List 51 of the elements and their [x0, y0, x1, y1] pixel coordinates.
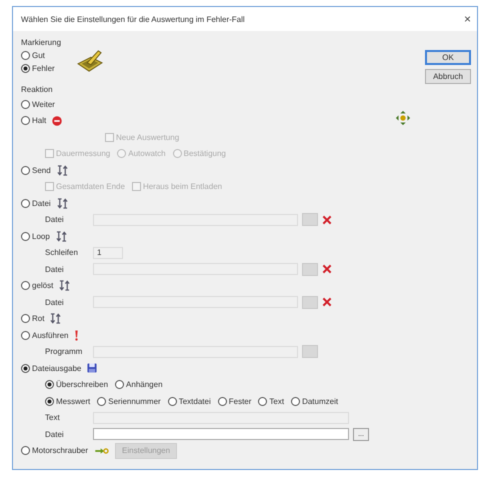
- close-button[interactable]: ×: [464, 12, 471, 26]
- checkbox: Heraus beim Entladen: [132, 180, 222, 194]
- field-label: Datei: [45, 215, 65, 224]
- checkbox: Dauermessung: [45, 147, 110, 160]
- radio-button[interactable]: Weiter: [21, 98, 55, 111]
- radio-button[interactable]: Messwert: [45, 394, 90, 408]
- exclamation-icon: [74, 330, 80, 341]
- group-label: Markierung: [21, 37, 62, 49]
- dialog-button[interactable]: Abbruch: [425, 69, 471, 84]
- radio-button[interactable]: Überschreiben: [45, 378, 108, 392]
- group-label: Reaktion: [21, 84, 54, 96]
- radio-button[interactable]: Rot: [21, 312, 44, 326]
- up-down-arrows-icon: [59, 280, 70, 292]
- radio-button[interactable]: Anhängen: [115, 378, 163, 392]
- checkbox: Neue Auswertung: [105, 130, 180, 144]
- checkbox: Gesamtdaten Ende: [45, 180, 125, 194]
- radio-button[interactable]: Send: [21, 164, 51, 177]
- radio-button[interactable]: Ausführen: [21, 328, 68, 342]
- up-down-arrows-icon: [56, 198, 68, 209]
- radio-button[interactable]: Dateiausgabe: [21, 362, 82, 375]
- field-label: Text: [45, 413, 61, 422]
- radio-button[interactable]: Datei: [21, 196, 51, 210]
- radio-button[interactable]: Fester: [218, 394, 252, 408]
- stop-icon: [52, 116, 62, 126]
- radio-button[interactable]: Datumzeit: [291, 394, 338, 408]
- up-down-arrows-icon: [50, 313, 62, 324]
- up-down-arrows-icon: [56, 230, 67, 242]
- radio-button: Bestätigung: [172, 147, 226, 160]
- radio-button[interactable]: Fehler: [21, 62, 55, 75]
- arrow-connector-icon: [94, 446, 110, 455]
- input-field[interactable]: [93, 428, 349, 440]
- field-label: Datei: [45, 430, 65, 439]
- radio-button[interactable]: Text: [258, 394, 284, 408]
- window-title: Wählen Sie die Einstellungen für die Auswertung im Fehler-Fall: [21, 14, 245, 24]
- radio-button: Autowatch: [117, 147, 166, 160]
- radio-button[interactable]: Motorschrauber: [21, 444, 88, 458]
- radio-button[interactable]: Gut: [21, 49, 45, 62]
- up-down-arrows-icon: [56, 164, 68, 176]
- paint-tray-icon: [76, 49, 104, 73]
- field-label: Programm: [45, 347, 84, 356]
- radio-button[interactable]: Halt: [21, 114, 46, 128]
- input-field: 1: [93, 246, 123, 259]
- radio-button[interactable]: gelöst: [21, 279, 54, 292]
- radio-button[interactable]: Loop: [21, 230, 50, 243]
- radio-button[interactable]: Seriennummer: [97, 394, 161, 408]
- field-label: Schleifen: [45, 248, 79, 258]
- radio-button[interactable]: Textdatei: [168, 394, 211, 408]
- field-label: Datei: [45, 264, 65, 274]
- field-label: Datei: [45, 298, 65, 307]
- dialog-button[interactable]: OK: [425, 50, 471, 65]
- move-arrows-icon: [395, 110, 411, 126]
